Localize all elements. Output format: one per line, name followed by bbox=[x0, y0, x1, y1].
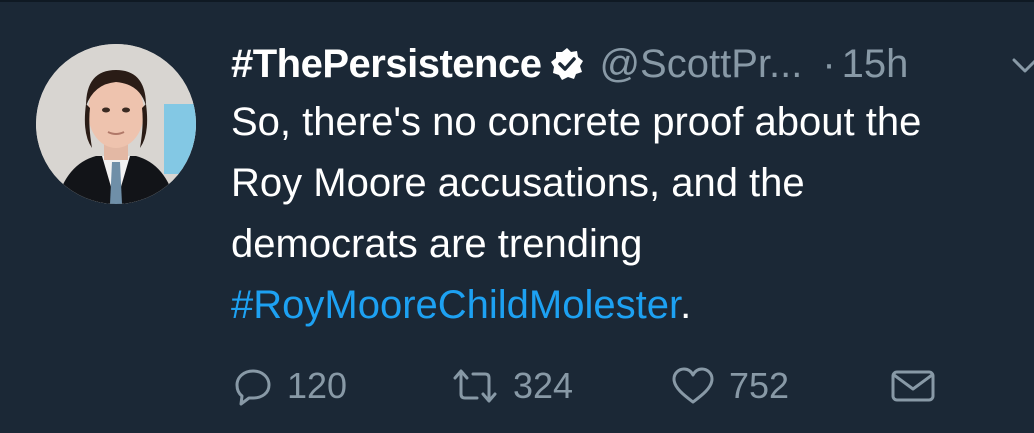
top-divider bbox=[0, 0, 1034, 2]
separator-dot: · bbox=[822, 41, 836, 86]
retweet-button[interactable]: 324 bbox=[451, 358, 573, 414]
tweet-text-line-1: So, there's no concrete proof about the bbox=[231, 100, 922, 144]
tweet-text-line-4: #RoyMooreChildMolester. bbox=[231, 275, 1021, 336]
reply-icon bbox=[235, 369, 271, 406]
chevron-down-icon[interactable] bbox=[1010, 54, 1034, 78]
reply-button[interactable]: 120 bbox=[233, 358, 347, 414]
direct-message-button[interactable] bbox=[889, 358, 937, 414]
like-count: 752 bbox=[729, 365, 790, 406]
avatar-image bbox=[36, 44, 196, 204]
tweet-header: #ThePersistence @ScottPr... · 15h bbox=[231, 36, 908, 92]
user-handle[interactable]: @ScottPr... bbox=[599, 42, 802, 87]
heart-icon bbox=[672, 367, 714, 404]
retweet-icon bbox=[453, 369, 497, 403]
avatar[interactable] bbox=[36, 44, 196, 204]
tweet-actions: 120 324 752 bbox=[231, 358, 951, 414]
display-name[interactable]: #ThePersistence bbox=[231, 42, 542, 87]
tweet-text: So, there's no concrete proof about the … bbox=[231, 92, 1021, 336]
timestamp[interactable]: 15h bbox=[842, 42, 909, 87]
hashtag-link[interactable]: #RoyMooreChildMolester bbox=[231, 283, 680, 327]
verified-badge-icon bbox=[551, 48, 584, 80]
envelope-icon bbox=[891, 370, 935, 402]
tweet-text-line-2: Roy Moore accusations, and the bbox=[231, 161, 805, 205]
tweet-text-line-3: democrats are trending bbox=[231, 222, 643, 266]
trailing-period: . bbox=[680, 283, 692, 327]
like-button[interactable]: 752 bbox=[671, 358, 789, 414]
retweet-count: 324 bbox=[513, 365, 574, 406]
reply-count: 120 bbox=[287, 365, 348, 406]
